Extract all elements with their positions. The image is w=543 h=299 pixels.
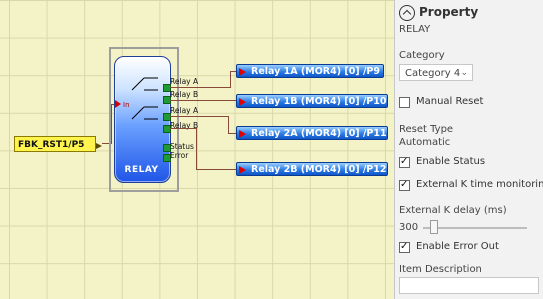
wire-relay-b2-2 [196, 128, 197, 169]
category-value: Category 4 [405, 68, 461, 79]
output-arrow-icon [239, 98, 246, 106]
category-dropdown[interactable]: Category 4 ⌄ [399, 64, 473, 81]
wire-relay-a1-2 [230, 71, 231, 88]
enable-status-label: Enable Status [416, 156, 486, 167]
port-label-relay-a-1: Relay A [170, 77, 199, 86]
relay-in-label: In [123, 101, 130, 109]
reset-type-value: Automatic [399, 137, 451, 148]
wire-relay-a2-2 [228, 116, 229, 133]
wire-relay-a1-1 [170, 87, 230, 88]
panel-subtitle: RELAY [399, 24, 431, 35]
reset-type-label: Reset Type [399, 124, 454, 135]
output-arrow-icon [239, 68, 246, 76]
chevron-down-icon: ⌄ [460, 68, 468, 78]
diagram-canvas[interactable]: FBK_RST1/P5 In Relay A Relay B Relay A R… [0, 0, 395, 299]
property-panel: Property RELAY Category Category 4 ⌄ Man… [395, 0, 543, 299]
output-label: Relay 1B (MOR4) [0] /P10 [251, 96, 387, 107]
manual-reset-label: Manual Reset [416, 96, 484, 107]
port-label-error: Error [170, 151, 189, 160]
output-arrow-icon [239, 166, 246, 174]
output-label: Relay 1A (MOR4) [0] /P9 [251, 66, 380, 77]
enable-status-checkbox[interactable] [399, 156, 410, 168]
external-k-delay-value: 300 [399, 222, 419, 233]
output-block-relay-2b[interactable]: Relay 2B (MOR4) [0] /P12 [236, 162, 388, 176]
wire-relay-b1 [170, 100, 238, 101]
external-k-label: External K time monitoring [416, 179, 543, 190]
input-block-fbk-rst1[interactable]: FBK_RST1/P5 [14, 136, 96, 152]
output-label: Relay 2A (MOR4) [0] /P11 [251, 128, 387, 139]
input-block-label: FBK_RST1/P5 [18, 140, 85, 150]
output-arrow-icon [239, 130, 246, 138]
enable-error-out-label: Enable Error Out [416, 241, 499, 252]
category-label: Category [399, 50, 445, 61]
collapse-chevron-up-icon[interactable] [399, 5, 415, 21]
item-description-label: Item Description [399, 264, 482, 275]
wire-relay-a2-1 [170, 116, 228, 117]
output-block-relay-1b[interactable]: Relay 1B (MOR4) [0] /P10 [236, 94, 388, 108]
external-k-checkbox[interactable] [399, 179, 410, 191]
port-label-relay-b-1: Relay B [170, 90, 199, 99]
wire-relay-b2-3 [196, 169, 238, 170]
port-label-status: Status [170, 142, 194, 151]
wire-relay-b2-1 [170, 128, 196, 129]
output-label: Relay 2B (MOR4) [0] /P12 [251, 164, 387, 175]
external-k-delay-label: External K delay (ms) [399, 205, 507, 216]
relay-in-port-icon[interactable] [115, 100, 121, 108]
enable-error-out-checkbox[interactable] [399, 241, 410, 253]
manual-reset-checkbox[interactable] [399, 97, 410, 108]
port-label-relay-a-2: Relay A [170, 106, 199, 115]
external-k-delay-slider-track[interactable] [423, 227, 527, 229]
panel-title: Property [419, 5, 479, 19]
external-k-delay-slider-thumb[interactable] [430, 220, 438, 234]
relay-block-title: RELAY [124, 165, 159, 175]
output-block-relay-2a[interactable]: Relay 2A (MOR4) [0] /P11 [236, 126, 388, 140]
output-block-relay-1a[interactable]: Relay 1A (MOR4) [0] /P9 [236, 64, 384, 78]
item-description-input[interactable] [399, 277, 539, 294]
